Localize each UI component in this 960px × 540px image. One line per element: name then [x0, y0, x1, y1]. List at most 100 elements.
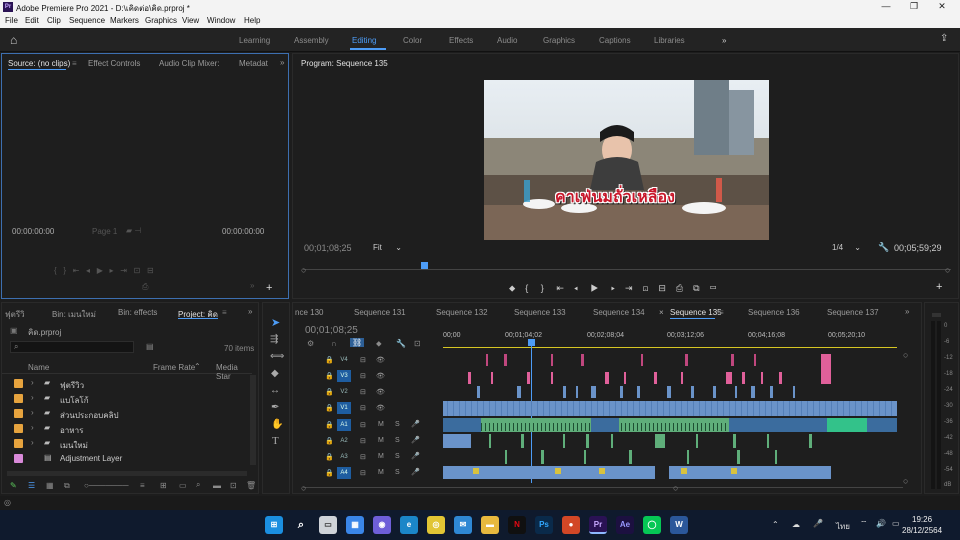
- program-resolution-dropdown[interactable]: 1/4 ⌄: [832, 243, 861, 252]
- photoshop-icon[interactable]: Ps: [535, 516, 553, 534]
- program-fit-dropdown[interactable]: Fit ⌄: [373, 243, 402, 252]
- share-icon[interactable]: ⇪: [940, 33, 948, 44]
- source-zoom-icon[interactable]: ▰ ⊣: [126, 226, 141, 235]
- menu-edit[interactable]: Edit: [25, 16, 39, 25]
- program-transport-controls[interactable]: ⬥ { } ⇤ ◂ ▶ ▸ ⇥ ⊡ ⊟ ⎙ ⧉ ▭: [509, 283, 717, 294]
- lock-icon[interactable]: 🔒: [325, 469, 334, 477]
- source-tab-menu-icon[interactable]: ≡: [72, 59, 77, 68]
- timeline-scroll-top-handle[interactable]: ○: [903, 350, 908, 360]
- microphone-tray-icon[interactable]: 🎤: [813, 519, 823, 528]
- track-select-tool-icon[interactable]: ⇶: [270, 334, 278, 345]
- word-icon[interactable]: W: [670, 516, 688, 534]
- volume-icon[interactable]: 🔊: [876, 519, 886, 528]
- tab-sequence-132[interactable]: Sequence 132: [436, 308, 488, 317]
- razor-tool-icon[interactable]: ◆: [271, 368, 279, 379]
- tab-bin-footage[interactable]: ฟุตรีวิ: [5, 308, 25, 321]
- list-view-icon[interactable]: ☰: [28, 481, 35, 490]
- type-tool-icon[interactable]: T: [272, 435, 279, 447]
- tab-audio-clip-mixer[interactable]: Audio Clip Mixer:: [159, 59, 219, 68]
- chrome-icon[interactable]: ◎: [427, 516, 445, 534]
- clock-time[interactable]: 19:26: [912, 515, 932, 524]
- timeline-playhead[interactable]: [528, 339, 535, 346]
- widgets-icon[interactable]: ▦: [346, 516, 364, 534]
- clock-date[interactable]: 28/12/2564: [902, 526, 942, 535]
- icon-view-icon[interactable]: ▦: [46, 481, 54, 490]
- menu-file[interactable]: File: [5, 16, 18, 25]
- new-bin-folder-icon[interactable]: ▭: [179, 481, 187, 490]
- wrench-icon[interactable]: 🔧: [878, 242, 889, 253]
- task-view-icon[interactable]: ▭: [319, 516, 337, 534]
- hand-tool-icon[interactable]: ✋: [271, 419, 283, 430]
- timeline-scroll-bottom-handle[interactable]: ○: [903, 476, 908, 486]
- slip-tool-icon[interactable]: ↔: [270, 385, 280, 396]
- tab-sequence-130[interactable]: nce 130: [295, 308, 323, 317]
- project-search-input[interactable]: ⌕: [10, 341, 134, 353]
- program-scrub-bar[interactable]: [303, 269, 951, 270]
- lock-icon[interactable]: 🔒: [325, 404, 334, 412]
- home-icon[interactable]: ⌂: [10, 33, 17, 47]
- new-bin-icon[interactable]: ▬: [213, 481, 221, 490]
- tab-bin-effects[interactable]: Bin: effects: [118, 308, 157, 317]
- timeline-zoom-end-handle[interactable]: ○: [673, 483, 678, 493]
- scrub-end-handle[interactable]: ○: [945, 265, 950, 275]
- premiere-taskbar-icon[interactable]: Pr: [589, 516, 607, 534]
- selection-tool-icon[interactable]: ➤: [271, 316, 280, 329]
- more-workspaces-icon[interactable]: »: [722, 36, 726, 45]
- microphone-icon[interactable]: 🎤: [411, 452, 420, 460]
- solo-button[interactable]: S: [395, 437, 400, 444]
- mail-icon[interactable]: ✉: [454, 516, 472, 534]
- tab-sequence-136[interactable]: Sequence 136: [748, 308, 800, 317]
- lock-icon[interactable]: 🔒: [325, 356, 334, 364]
- close-icon[interactable]: ✕: [936, 1, 948, 12]
- tab-effect-controls[interactable]: Effect Controls: [88, 59, 140, 68]
- snap-icon[interactable]: ∩: [331, 339, 337, 348]
- workspace-captions[interactable]: Captions: [599, 36, 631, 45]
- tab-project[interactable]: Project: คิด: [178, 308, 218, 321]
- mute-button[interactable]: M: [378, 421, 384, 428]
- expand-chevron-icon[interactable]: ›: [31, 423, 34, 432]
- powerpoint-icon[interactable]: ●: [562, 516, 580, 534]
- program-tab-menu-icon[interactable]: ≡: [381, 59, 386, 68]
- tab-sequence-137[interactable]: Sequence 137: [827, 308, 879, 317]
- file-explorer-icon[interactable]: ▬: [481, 516, 499, 534]
- project-scrollbar[interactable]: [250, 375, 256, 465]
- source-transport-controls[interactable]: { } ⇤ ◂ ▶ ▸ ⇥ ⊡ ⊟: [54, 266, 154, 275]
- chat-icon[interactable]: ◉: [373, 516, 391, 534]
- after-effects-icon[interactable]: Ae: [616, 516, 634, 534]
- menu-graphics[interactable]: Graphics: [145, 16, 177, 25]
- workspace-audio[interactable]: Audio: [497, 36, 517, 45]
- wifi-icon[interactable]: ⌔: [860, 519, 868, 529]
- menu-help[interactable]: Help: [244, 16, 260, 25]
- workspace-graphics[interactable]: Graphics: [543, 36, 575, 45]
- freeform-view-icon[interactable]: ⧉: [64, 481, 70, 491]
- tab-program[interactable]: Program: Sequence 135: [301, 59, 388, 68]
- lock-icon[interactable]: 🔒: [325, 388, 334, 396]
- source-timecode-in[interactable]: 00:00:00:00: [12, 227, 54, 236]
- mute-button[interactable]: M: [378, 437, 384, 444]
- zoom-slider[interactable]: ○───────: [84, 481, 129, 490]
- edge-icon[interactable]: e: [400, 516, 418, 534]
- expand-chevron-icon[interactable]: ›: [31, 438, 34, 447]
- tab-metadata[interactable]: Metadat: [239, 59, 268, 68]
- maximize-icon[interactable]: ❐: [908, 1, 920, 12]
- track-v3-label[interactable]: V3: [337, 370, 351, 382]
- eye-icon[interactable]: 👁: [376, 404, 385, 412]
- tab-sequence-133[interactable]: Sequence 133: [514, 308, 566, 317]
- lock-icon[interactable]: 🔒: [325, 437, 334, 445]
- mute-button[interactable]: M: [378, 453, 384, 460]
- track-v1-label[interactable]: V1: [337, 402, 351, 414]
- sync-lock-icon[interactable]: ⊟: [360, 469, 366, 477]
- list-item[interactable]: ▤ Adjustment Layer: [2, 451, 252, 466]
- timeline-timecode[interactable]: 00;01;08;25: [305, 325, 358, 336]
- start-icon[interactable]: ⊞: [265, 516, 283, 534]
- sync-lock-icon[interactable]: ⊟: [360, 453, 366, 461]
- new-bin-from-search-icon[interactable]: ▤: [146, 342, 154, 351]
- column-frame-rate[interactable]: Frame Rate: [153, 363, 195, 372]
- eye-icon[interactable]: 👁: [376, 388, 385, 396]
- workspace-effects[interactable]: Effects: [449, 36, 473, 45]
- sequence-tab-menu-icon[interactable]: ≡: [719, 308, 724, 317]
- panel-overflow-icon[interactable]: »: [280, 58, 284, 67]
- ripple-edit-tool-icon[interactable]: ⟺: [270, 351, 284, 362]
- new-item-icon[interactable]: ⊡: [230, 481, 237, 490]
- microphone-icon[interactable]: 🎤: [411, 468, 420, 476]
